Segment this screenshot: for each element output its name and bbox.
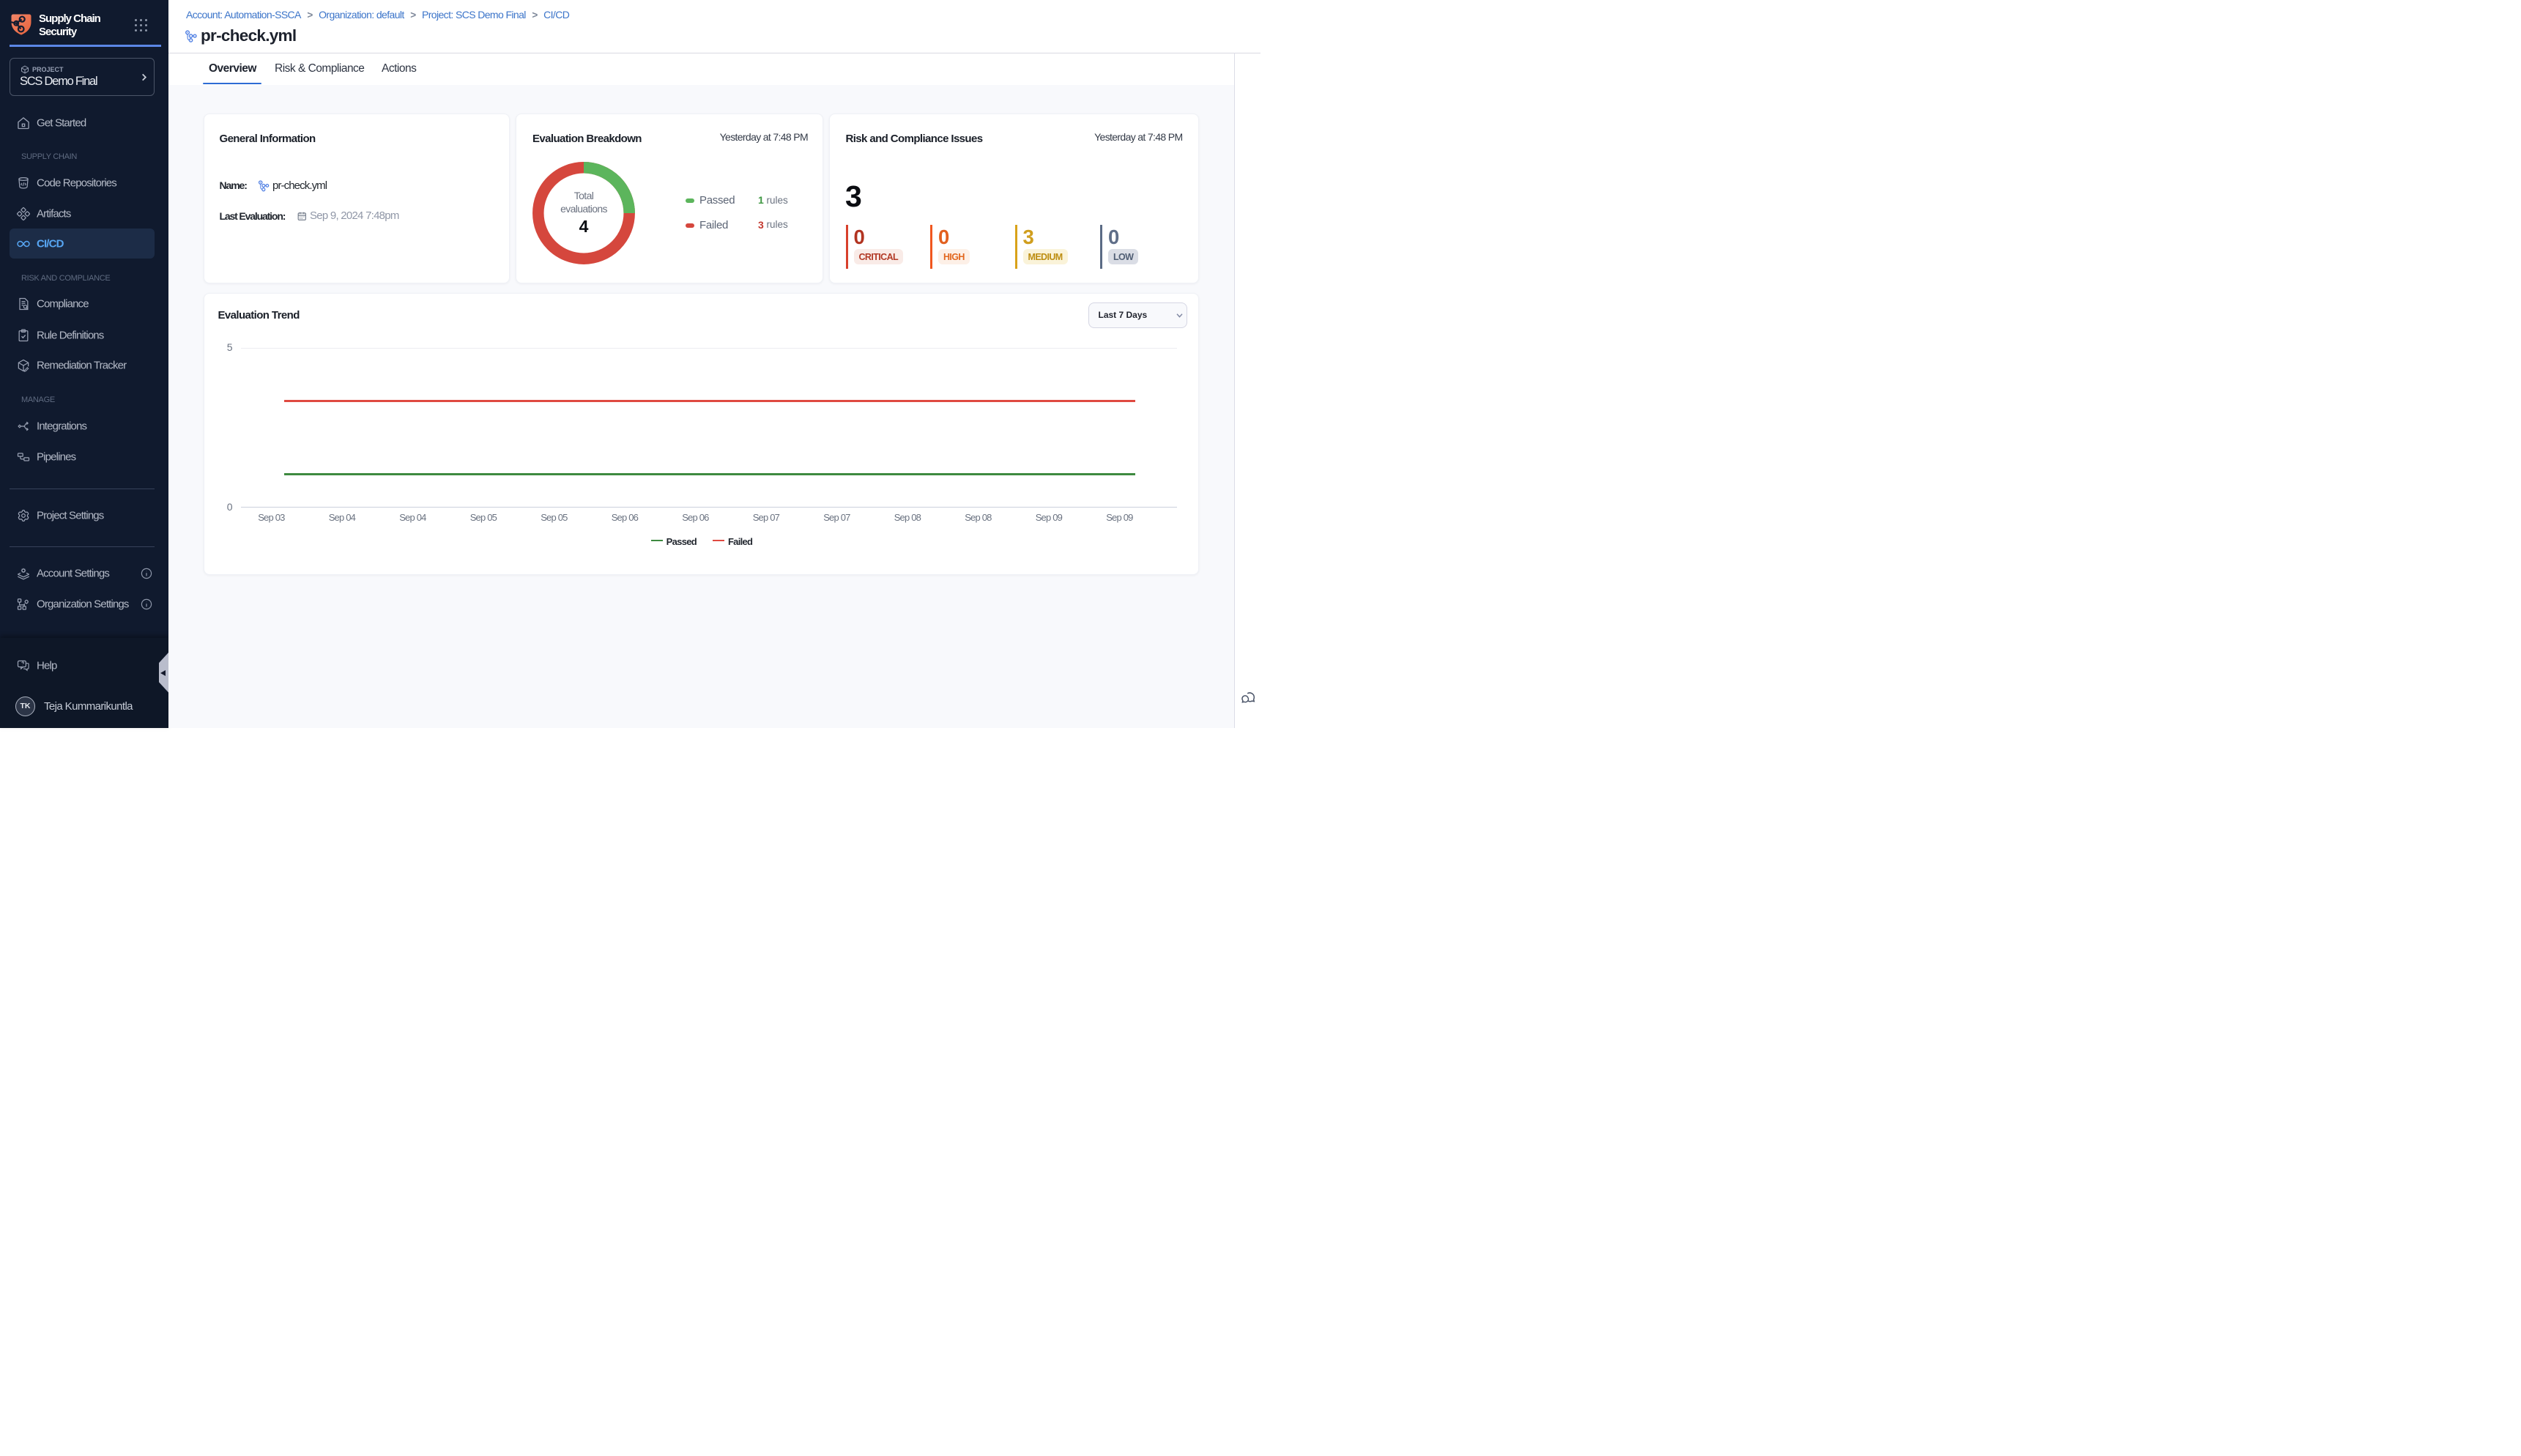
svg-text:evaluations: evaluations xyxy=(560,203,607,215)
svg-text:4: 4 xyxy=(579,217,589,236)
svg-text:Total: Total xyxy=(574,190,594,201)
